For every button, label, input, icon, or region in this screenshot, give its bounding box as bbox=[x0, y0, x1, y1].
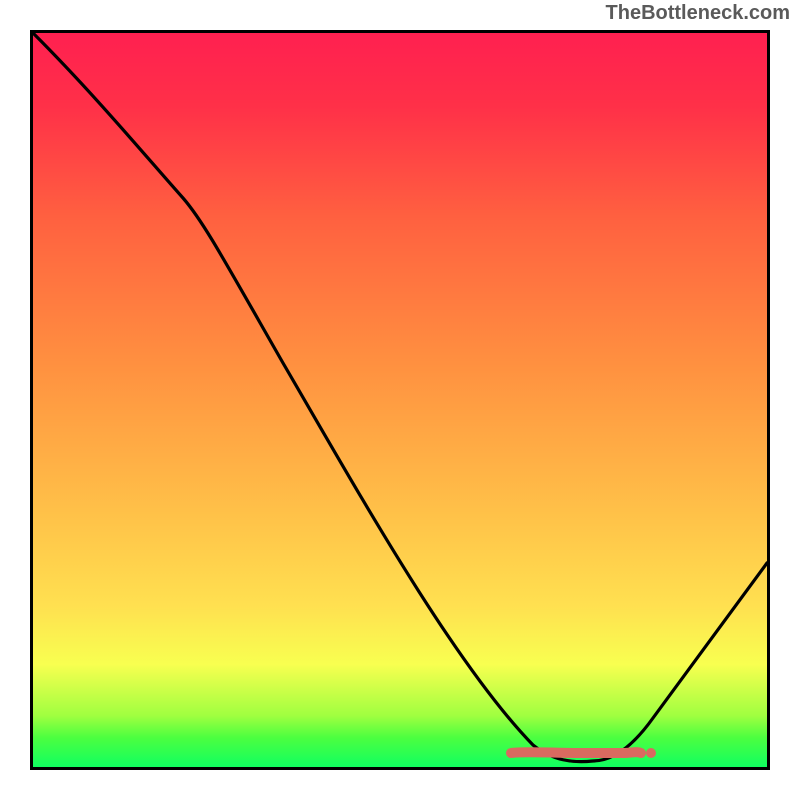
chart-plot-area bbox=[30, 30, 770, 770]
chart-svg bbox=[33, 33, 767, 767]
chart-marker-dot bbox=[646, 748, 656, 758]
watermark-label: TheBottleneck.com bbox=[606, 2, 790, 25]
chart-marker-band bbox=[511, 752, 641, 753]
chart-line-curve bbox=[33, 33, 767, 762]
